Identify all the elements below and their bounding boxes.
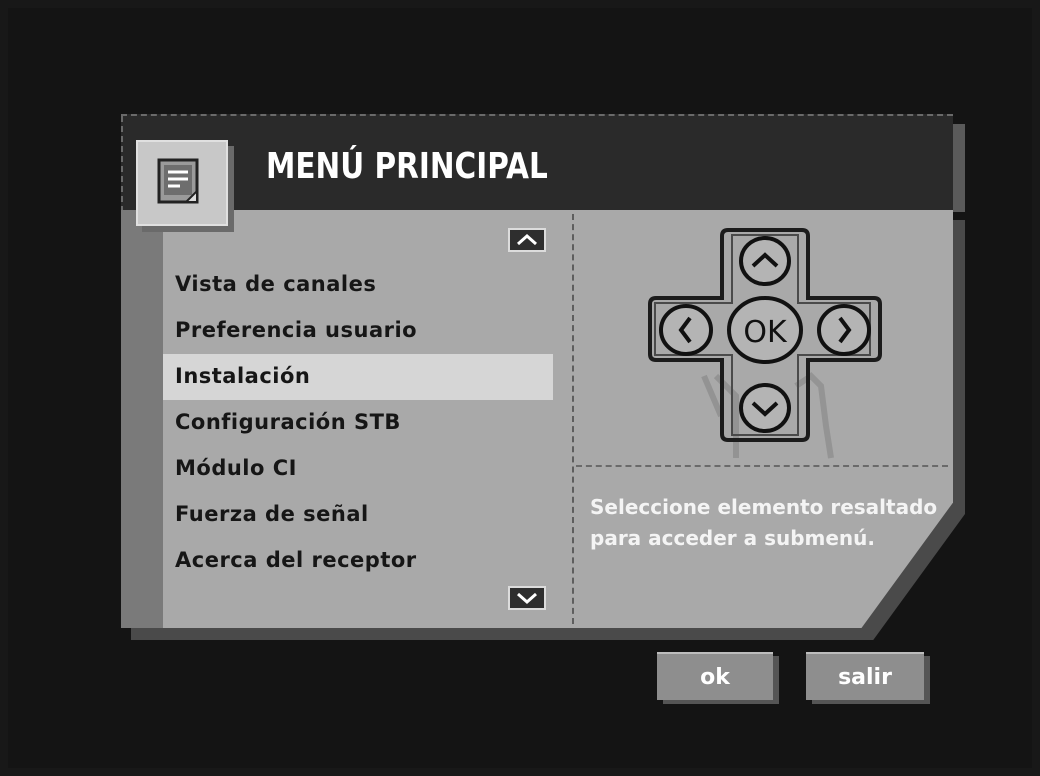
menu-left-bar: [121, 210, 163, 628]
menu-item-modulo-ci[interactable]: Módulo CI: [163, 446, 553, 492]
dpad-right-icon: [817, 304, 871, 356]
menu-item-fuerza-de-senal[interactable]: Fuerza de señal: [163, 492, 553, 538]
chevron-up-icon: [517, 233, 537, 246]
menu-item-configuracion-stb[interactable]: Configuración STB: [163, 400, 553, 446]
chevron-down-icon: [517, 592, 537, 605]
ok-button[interactable]: ok: [657, 652, 773, 700]
svg-text:OK: OK: [743, 315, 788, 350]
scroll-up-button[interactable]: [508, 228, 546, 252]
dpad-left-icon: [659, 304, 713, 356]
remote-dpad-illustration: OK: [648, 228, 882, 459]
help-text: Seleccione elemento resaltado para acced…: [590, 495, 938, 550]
header-dash-edge: [121, 116, 123, 212]
menu-icon-box: [136, 140, 228, 226]
dpad-ok-icon: OK: [727, 296, 803, 364]
exit-button[interactable]: salir: [806, 652, 924, 700]
scroll-down-button[interactable]: [508, 586, 546, 610]
page-title: MENÚ PRINCIPAL: [266, 146, 548, 187]
menu-item-preferencia-usuario[interactable]: Preferencia usuario: [163, 308, 553, 354]
dpad-up-icon: [739, 236, 791, 286]
menu-document-icon: [157, 158, 199, 204]
menu-item-vista-de-canales[interactable]: Vista de canales: [163, 262, 553, 308]
main-menu-list: Vista de canales Preferencia usuario Ins…: [163, 262, 553, 584]
menu-item-instalacion[interactable]: Instalación: [163, 354, 553, 400]
horizontal-divider: [576, 465, 948, 467]
vertical-divider: [572, 214, 574, 624]
dpad-down-icon: [739, 383, 791, 433]
menu-item-acerca-del-receptor[interactable]: Acerca del receptor: [163, 538, 553, 584]
